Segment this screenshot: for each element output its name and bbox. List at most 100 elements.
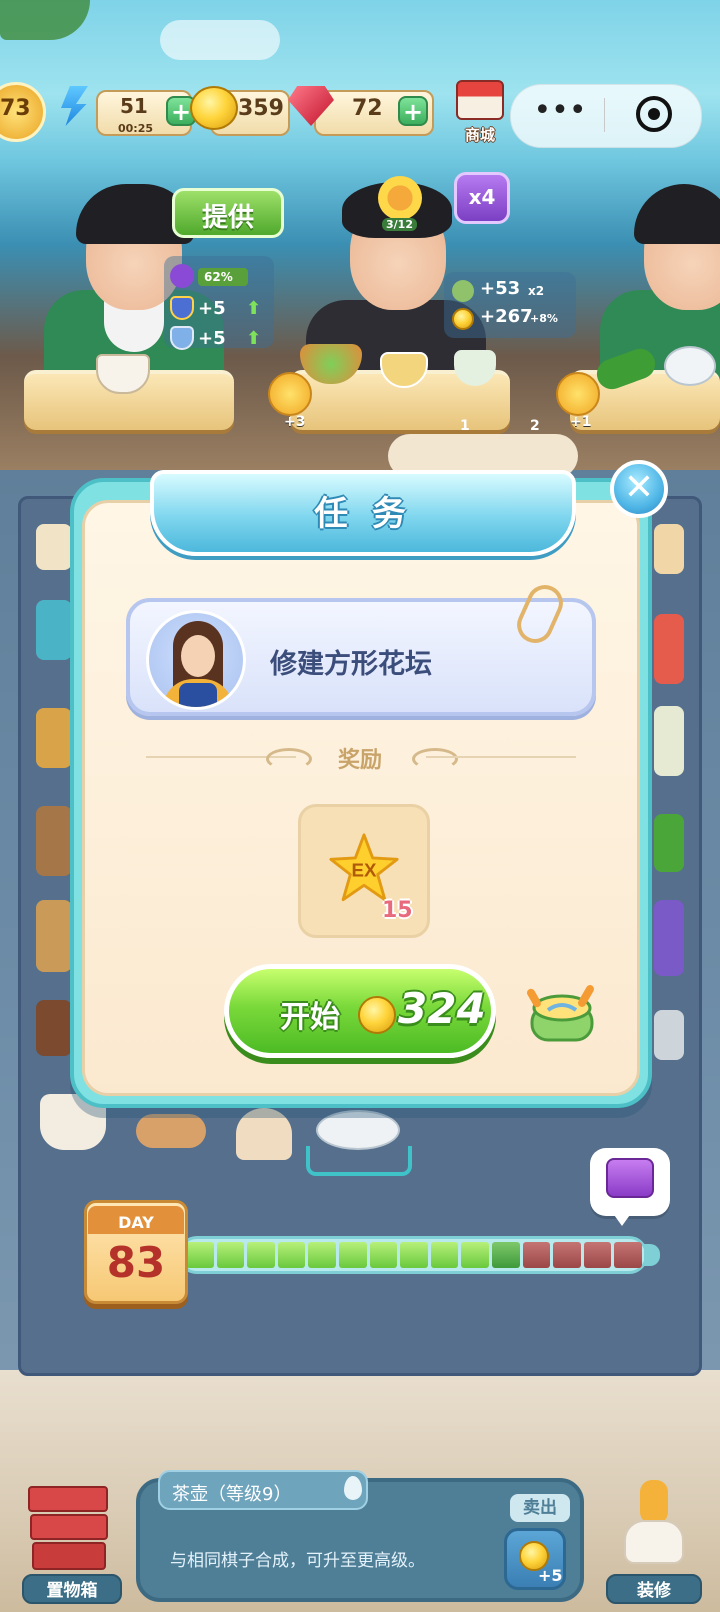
progress-cell-done — [247, 1242, 275, 1268]
progress-cell-done — [186, 1242, 214, 1268]
coin-icon — [452, 308, 474, 330]
progress-cell-done — [461, 1242, 489, 1268]
stat-b-value: +5 — [198, 328, 226, 349]
gem-value: 72 — [352, 96, 383, 121]
more-menu-button[interactable]: ••• — [530, 96, 590, 136]
energy-value: 51 — [120, 94, 148, 118]
arrow-up-icon: ⬆ — [246, 298, 262, 319]
decorate-button[interactable]: 装修 — [606, 1574, 702, 1604]
shop-label: 商城 — [464, 126, 495, 144]
teapot-icon[interactable] — [316, 1110, 400, 1150]
serve-label: 提供 — [201, 203, 254, 233]
close-miniprogram-button[interactable] — [636, 96, 672, 132]
board-item[interactable] — [36, 806, 72, 876]
board-item[interactable] — [654, 524, 684, 574]
teapot-icon — [664, 346, 716, 386]
smiley-coin-icon — [556, 372, 600, 416]
pot-icon — [527, 985, 594, 1042]
board-item[interactable] — [36, 708, 72, 768]
progress-cell-done — [369, 1242, 398, 1268]
divider — [426, 756, 576, 758]
close-button[interactable]: ✕ — [610, 460, 668, 518]
item-description: 与相同棋子合成，可升至更高级。 — [170, 1551, 425, 1571]
coin-value: 359 — [238, 96, 284, 121]
cloud-icon — [160, 20, 280, 60]
smiley-right-bonus: +1 — [570, 414, 592, 430]
chest-icon — [606, 1158, 654, 1198]
progress-cell-todo — [522, 1242, 551, 1268]
progress-cell-done — [216, 1242, 245, 1268]
avatar — [146, 610, 246, 710]
multiplier-value: x4 — [468, 185, 496, 209]
sell-label: 卖出 — [510, 1494, 570, 1522]
shop-icon — [456, 80, 504, 120]
board-item[interactable] — [654, 1010, 684, 1060]
board-item[interactable] — [136, 1114, 206, 1148]
board-item[interactable] — [36, 524, 72, 570]
board-item[interactable] — [36, 600, 72, 660]
progress-cell-todo — [614, 1242, 642, 1268]
bubble-tail — [612, 1212, 632, 1226]
shield-icon — [170, 326, 194, 350]
bonus-b: +267 — [480, 306, 533, 327]
avatar-face — [181, 635, 215, 677]
board-item[interactable] — [654, 706, 684, 776]
progress-cell-done — [308, 1242, 336, 1268]
ex-star-label: EX — [352, 860, 377, 881]
day-progress-cells — [186, 1242, 642, 1268]
capsule-divider — [604, 98, 605, 132]
bonus-b-pct: +8% — [530, 312, 558, 325]
crate-icon — [30, 1514, 108, 1540]
smiley-coin-icon — [268, 372, 312, 416]
target-icon — [648, 108, 660, 120]
add-gems-button[interactable]: + — [398, 96, 428, 126]
selection-bracket — [306, 1146, 412, 1176]
board-item[interactable] — [654, 814, 684, 872]
reward-amount: 15 — [382, 898, 413, 923]
crate-icon — [28, 1486, 108, 1512]
shop-button[interactable]: 商城 — [448, 78, 512, 148]
smiley-left-bonus: +3 — [284, 414, 306, 430]
reward-label: 奖励 — [337, 748, 382, 773]
start-label: 开始 — [280, 1000, 340, 1035]
stat-a-value: +5 — [198, 298, 226, 319]
board-item[interactable] — [236, 1108, 292, 1160]
modal-title: 任 务 — [314, 494, 412, 534]
swirl-ornament-icon — [412, 748, 458, 770]
storage-box-button[interactable]: 置物箱 — [22, 1574, 122, 1604]
avatar-apron — [179, 683, 217, 707]
progress-cell-todo — [553, 1242, 581, 1268]
customer-progress: 3/12 — [382, 218, 417, 231]
task-description: 修建方形花坛 — [270, 649, 432, 680]
stats-percent: 62% — [204, 270, 233, 284]
progress-cell-done — [400, 1242, 428, 1268]
progress-cell-done — [277, 1242, 306, 1268]
coin-icon — [190, 86, 238, 130]
crown-shield-icon — [170, 296, 194, 320]
ticket-a: 1 — [460, 418, 470, 434]
brush-handle-icon — [640, 1480, 668, 1524]
sunflower-icon — [378, 176, 422, 220]
ticket-b: 2 — [530, 418, 540, 434]
arrow-up-icon: ⬆ — [246, 328, 262, 349]
item-title: 茶壶（等级9） — [172, 1484, 292, 1505]
board-item[interactable] — [36, 900, 72, 972]
droplet-icon — [344, 1476, 362, 1500]
crate-icon — [32, 1542, 106, 1570]
grape-icon — [170, 264, 194, 288]
board-item[interactable] — [36, 1000, 72, 1056]
sell-amount: +5 — [538, 1566, 563, 1585]
multiplier-badge: x4 — [454, 172, 510, 224]
board-item[interactable] — [654, 614, 684, 684]
coin-icon — [358, 996, 396, 1034]
progress-cell-done — [430, 1242, 459, 1268]
day-label: DAY — [118, 1213, 154, 1232]
board-item[interactable] — [654, 900, 684, 976]
serve-button[interactable]: 提供 — [172, 188, 284, 238]
day-number: 83 — [106, 1238, 166, 1287]
decorate-icon[interactable] — [614, 1480, 694, 1572]
tea-icon — [452, 280, 474, 302]
progress-cell-todo — [583, 1242, 612, 1268]
storage-box-icon[interactable] — [28, 1480, 110, 1576]
progress-cell-cur — [491, 1242, 520, 1268]
